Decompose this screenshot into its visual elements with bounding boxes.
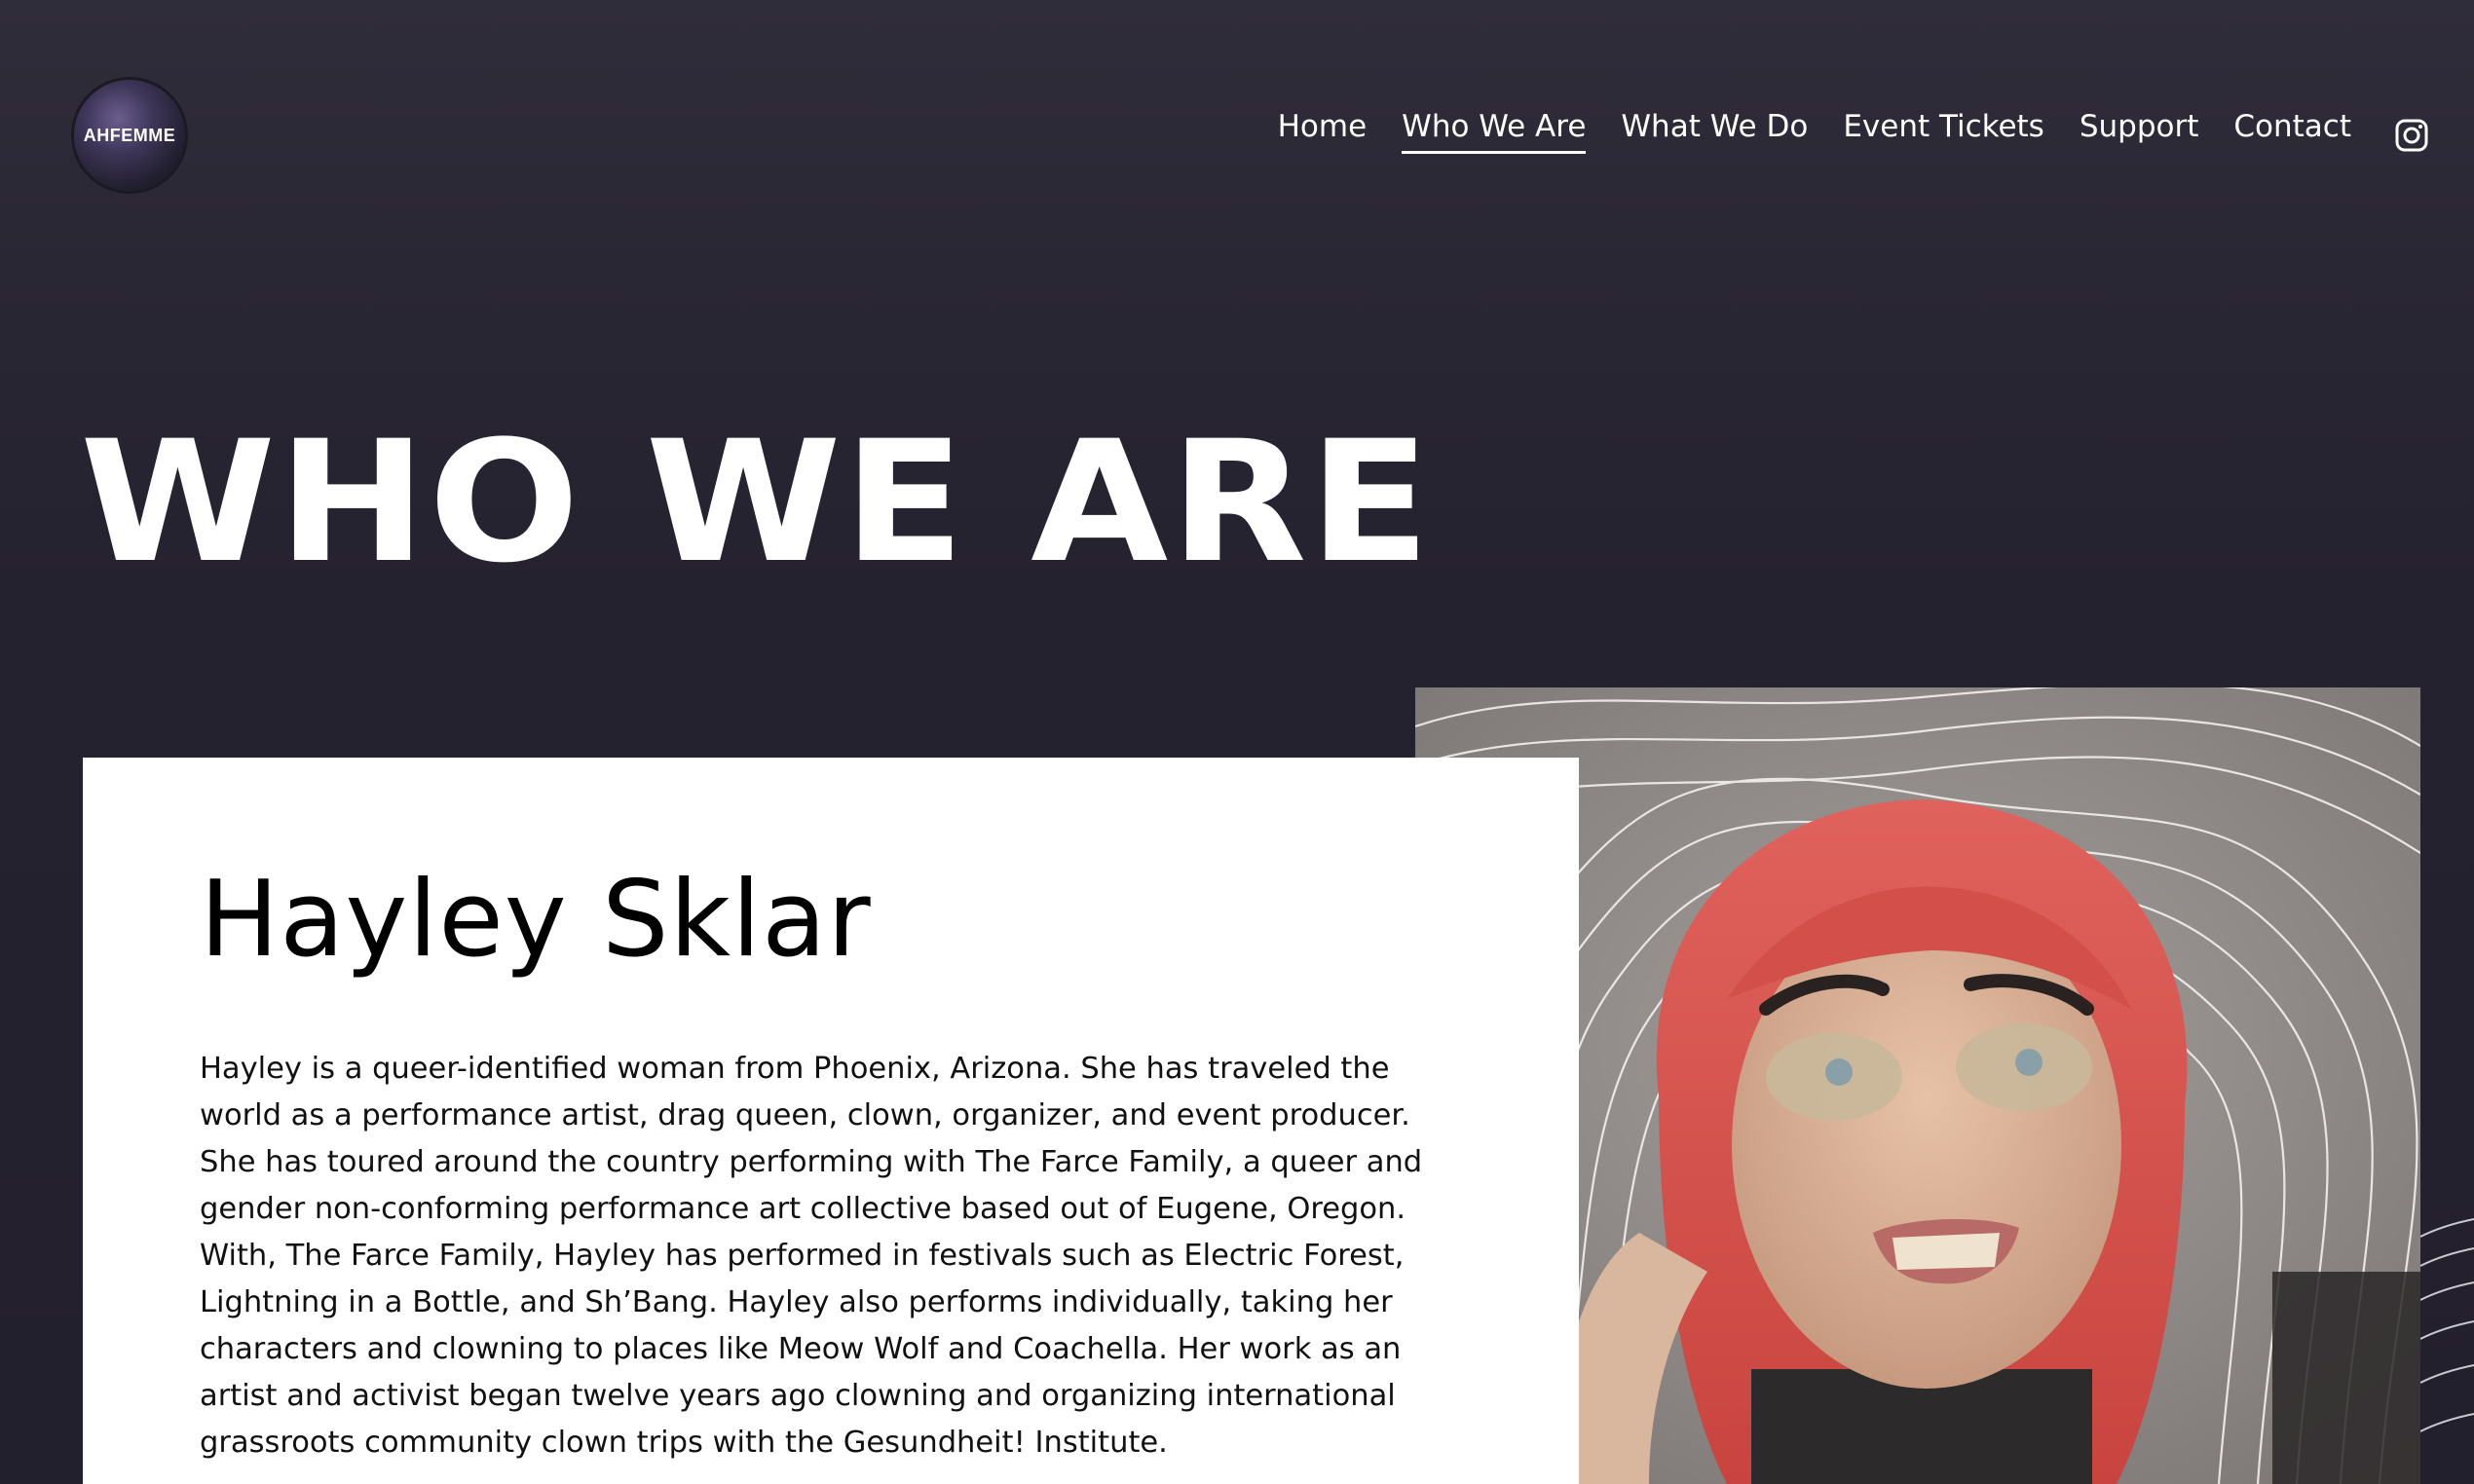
nav-home[interactable]: Home	[1278, 109, 1368, 154]
bio-text: Hayley is a queer-identified woman from …	[200, 1052, 1423, 1460]
instagram-icon[interactable]	[2395, 119, 2428, 152]
decorative-lines	[2420, 1218, 2474, 1432]
nav-support[interactable]: Support	[2080, 109, 2199, 154]
main-nav: Home Who We Are What We Do Event Tickets…	[1243, 109, 2351, 155]
nav-who-we-are[interactable]: Who We Are	[1402, 109, 1587, 155]
nav-event-tickets[interactable]: Event Tickets	[1843, 109, 2044, 154]
page-title: WHO WE ARE	[80, 404, 1433, 600]
nav-what-we-do[interactable]: What We Do	[1621, 109, 1808, 154]
bio-name: Hayley Sklar	[200, 859, 872, 981]
site-logo[interactable]: AHFEMME	[74, 80, 185, 191]
bio-card: Hayley Sklar Hayley is a queer-identifie…	[83, 758, 1579, 1484]
site-header: AHFEMME Home Who We Are What We Do Event…	[0, 0, 2474, 273]
logo-text: AHFEMME	[83, 125, 176, 145]
nav-contact[interactable]: Contact	[2233, 109, 2351, 154]
